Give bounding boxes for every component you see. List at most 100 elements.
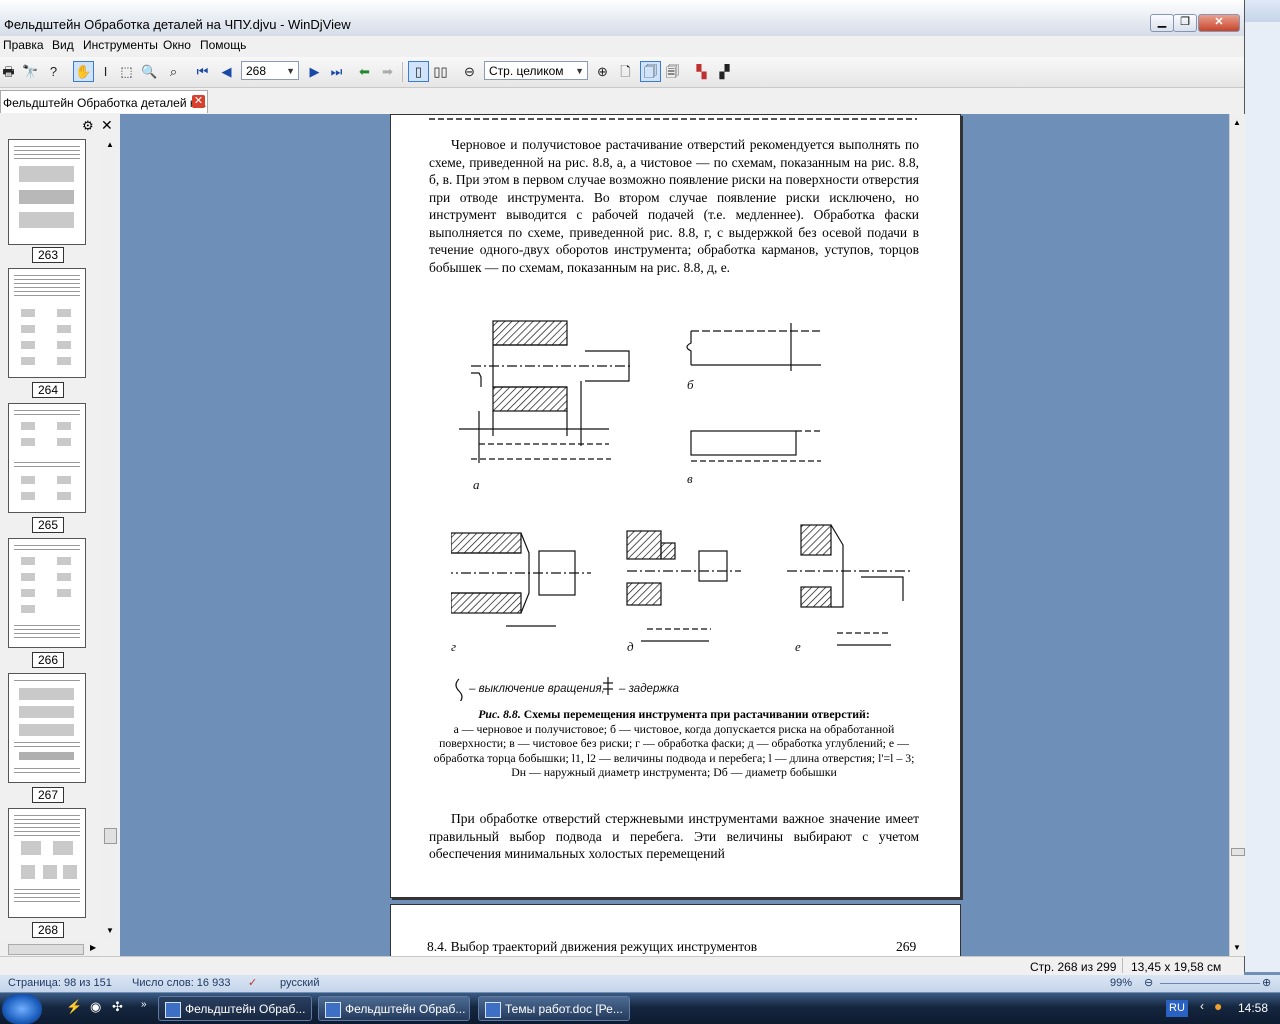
figure-caption: Рис. 8.8. Схемы перемещения инструмента …: [427, 707, 921, 780]
running-header: 8.4. Выбор траекторий движения режущих и…: [427, 939, 758, 954]
minimize-button[interactable]: ▁: [1150, 14, 1174, 32]
close-icon[interactable]: ✕: [101, 117, 113, 134]
first-page-icon[interactable]: ⏮: [194, 63, 211, 80]
zoom-in-icon[interactable]: ⊕: [1262, 976, 1271, 989]
close-button[interactable]: ✕: [1198, 14, 1240, 32]
print-icon[interactable]: 🖶: [0, 63, 17, 80]
chevron-down-icon: ▼: [286, 66, 295, 76]
more-icon[interactable]: »: [141, 999, 147, 1010]
forward-icon[interactable]: ➡: [379, 63, 396, 80]
last-page-icon[interactable]: ⏭: [328, 63, 345, 80]
hscroll-thumb[interactable]: [8, 944, 84, 955]
thumbnail-268[interactable]: [8, 808, 86, 918]
taskbar: ⚡ ◉ ✣ » Фельдштейн Обраб... Фельдштейн О…: [0, 993, 1280, 1024]
page-number: 269: [896, 939, 917, 954]
rect-select-icon[interactable]: ⬚: [118, 63, 135, 80]
caption-title: Схемы перемещения инструмента при растач…: [523, 707, 870, 721]
language-indicator[interactable]: RU: [1166, 1000, 1188, 1017]
thumbnail-label: 265: [32, 517, 64, 533]
back-icon[interactable]: ⬅: [356, 63, 373, 80]
menu-help[interactable]: Помощь: [200, 38, 246, 52]
figure-label-e: е: [795, 639, 801, 654]
paragraph-2: При обработке отверстий стержневыми инст…: [429, 811, 919, 861]
help-icon[interactable]: ?: [45, 63, 62, 80]
figure-label-g: г: [451, 639, 456, 654]
scroll-right-icon[interactable]: ▶: [90, 943, 96, 952]
clock: 14:58: [1238, 1001, 1269, 1015]
taskbar-djview[interactable]: Фельдштейн Обраб...: [158, 996, 312, 1021]
thumbnail-label: 266: [32, 652, 64, 668]
zoom-slider[interactable]: [1160, 983, 1260, 984]
tray-arrow-icon[interactable]: ‹: [1200, 999, 1204, 1013]
document-page: Черновое и получистовое растачивание отв…: [390, 114, 961, 898]
scroll-thumb[interactable]: [1231, 848, 1245, 856]
zoom-out-icon[interactable]: ⊖: [1144, 976, 1153, 989]
scroll-down-icon[interactable]: ▼: [106, 926, 114, 935]
background-window-edge: [1244, 22, 1280, 972]
document-tab[interactable]: Фельдштейн Обработка деталей н... ✕: [0, 90, 208, 113]
background-word-statusbar: Страница: 98 из 151 Число слов: 16 933 ✓…: [0, 975, 1280, 992]
taskbar-word-1[interactable]: Фельдштейн Обраб...: [318, 996, 470, 1021]
display-mode-icon[interactable]: ▞: [716, 63, 733, 80]
thumbnail-263[interactable]: [8, 139, 86, 245]
hand-tool-icon[interactable]: ✋: [73, 61, 94, 82]
title-bar: Фельдштейн Обработка деталей на ЧПУ.djvu…: [0, 0, 1244, 37]
next-page-icon[interactable]: ▶: [306, 63, 323, 80]
zoom-in-icon[interactable]: ⊕: [594, 63, 611, 80]
facing-icon[interactable]: 🗐: [664, 63, 681, 80]
sidebar-hscrollbar[interactable]: ▶: [0, 942, 100, 956]
zoom-icon[interactable]: 🔍: [141, 63, 158, 80]
thumbnail-266[interactable]: [8, 538, 86, 648]
document-tab-label: Фельдштейн Обработка деталей н...: [3, 96, 207, 110]
thumbnail-265[interactable]: [8, 403, 86, 513]
thumbnail-label: 263: [32, 247, 64, 263]
text-select-icon[interactable]: I: [97, 63, 114, 80]
close-tab-icon[interactable]: ✕: [192, 95, 205, 108]
maximize-button[interactable]: ❐: [1173, 14, 1197, 32]
sidebar-scrollbar[interactable]: ▲ ▼: [103, 140, 117, 940]
menu-edit[interactable]: Правка: [3, 38, 44, 52]
word-zoom: 99%: [1110, 977, 1133, 989]
start-button[interactable]: [2, 994, 42, 1024]
menu-view[interactable]: Вид: [52, 38, 74, 52]
scroll-thumb[interactable]: [104, 828, 117, 844]
zoom-out-icon[interactable]: ⊖: [461, 63, 478, 80]
menu-window[interactable]: Окно: [163, 38, 191, 52]
legend-rotation-off: – выключение вращения,: [468, 683, 605, 695]
status-size: 13,45 x 19,58 см: [1131, 960, 1222, 974]
continuous-icon[interactable]: 🗍: [640, 61, 661, 82]
find-icon[interactable]: 🔭: [22, 63, 39, 80]
thumbnail-267[interactable]: [8, 673, 86, 783]
scroll-up-icon[interactable]: ▲: [106, 140, 114, 149]
color-mode-icon[interactable]: ▚: [693, 63, 710, 80]
app-icon[interactable]: ✣: [112, 999, 123, 1015]
prev-page-icon[interactable]: ◀: [218, 63, 235, 80]
window-title: Фельдштейн Обработка деталей на ЧПУ.djvu…: [4, 17, 351, 32]
gear-icon[interactable]: ⚙: [82, 118, 94, 134]
viewer-scrollbar[interactable]: ▲ ▼: [1229, 114, 1245, 956]
caption-body: а — черновое и получистовое; б — чистово…: [433, 721, 915, 780]
spellcheck-icon[interactable]: ✓: [248, 976, 257, 989]
two-page-icon[interactable]: ▯▯: [432, 63, 449, 80]
toolbar: 🖶 🔭 ? ✋ I ⬚ 🔍 ⌕ ⏮ ◀ 268 ▼ ▶ ⏭ ⬅ ➡ ▯ ▯▯ ⊖…: [0, 57, 1244, 88]
thumbnail-264[interactable]: [8, 268, 86, 378]
status-page: Стр. 268 из 299: [1030, 960, 1117, 974]
scroll-down-icon[interactable]: ▼: [1233, 943, 1241, 952]
chevron-down-icon: ▼: [575, 66, 584, 76]
scroll-up-icon[interactable]: ▲: [1233, 118, 1241, 127]
taskbar-word-2[interactable]: Темы работ.doc [Ре...: [478, 996, 630, 1021]
page-top-remnant: [429, 118, 917, 120]
fit-page-icon[interactable]: 🗋: [617, 63, 634, 80]
menu-tools[interactable]: Инструменты: [83, 38, 158, 52]
menu-bar: Правка Вид Инструменты Окно Помощь: [0, 36, 1244, 56]
thumbnail-label: 264: [32, 382, 64, 398]
single-page-icon[interactable]: ▯: [408, 61, 429, 82]
browser-icon[interactable]: ◉: [90, 999, 101, 1015]
zoom-rect-icon[interactable]: ⌕: [165, 63, 182, 80]
word-page-count: Страница: 98 из 151: [8, 977, 112, 989]
quicklaunch-icon[interactable]: ⚡: [66, 999, 82, 1015]
zoom-value: Стр. целиком: [489, 64, 564, 78]
page-number-input[interactable]: 268 ▼: [241, 61, 299, 80]
tray-app-icon[interactable]: ●: [1214, 998, 1222, 1014]
zoom-select[interactable]: Стр. целиком ▼: [484, 61, 588, 80]
